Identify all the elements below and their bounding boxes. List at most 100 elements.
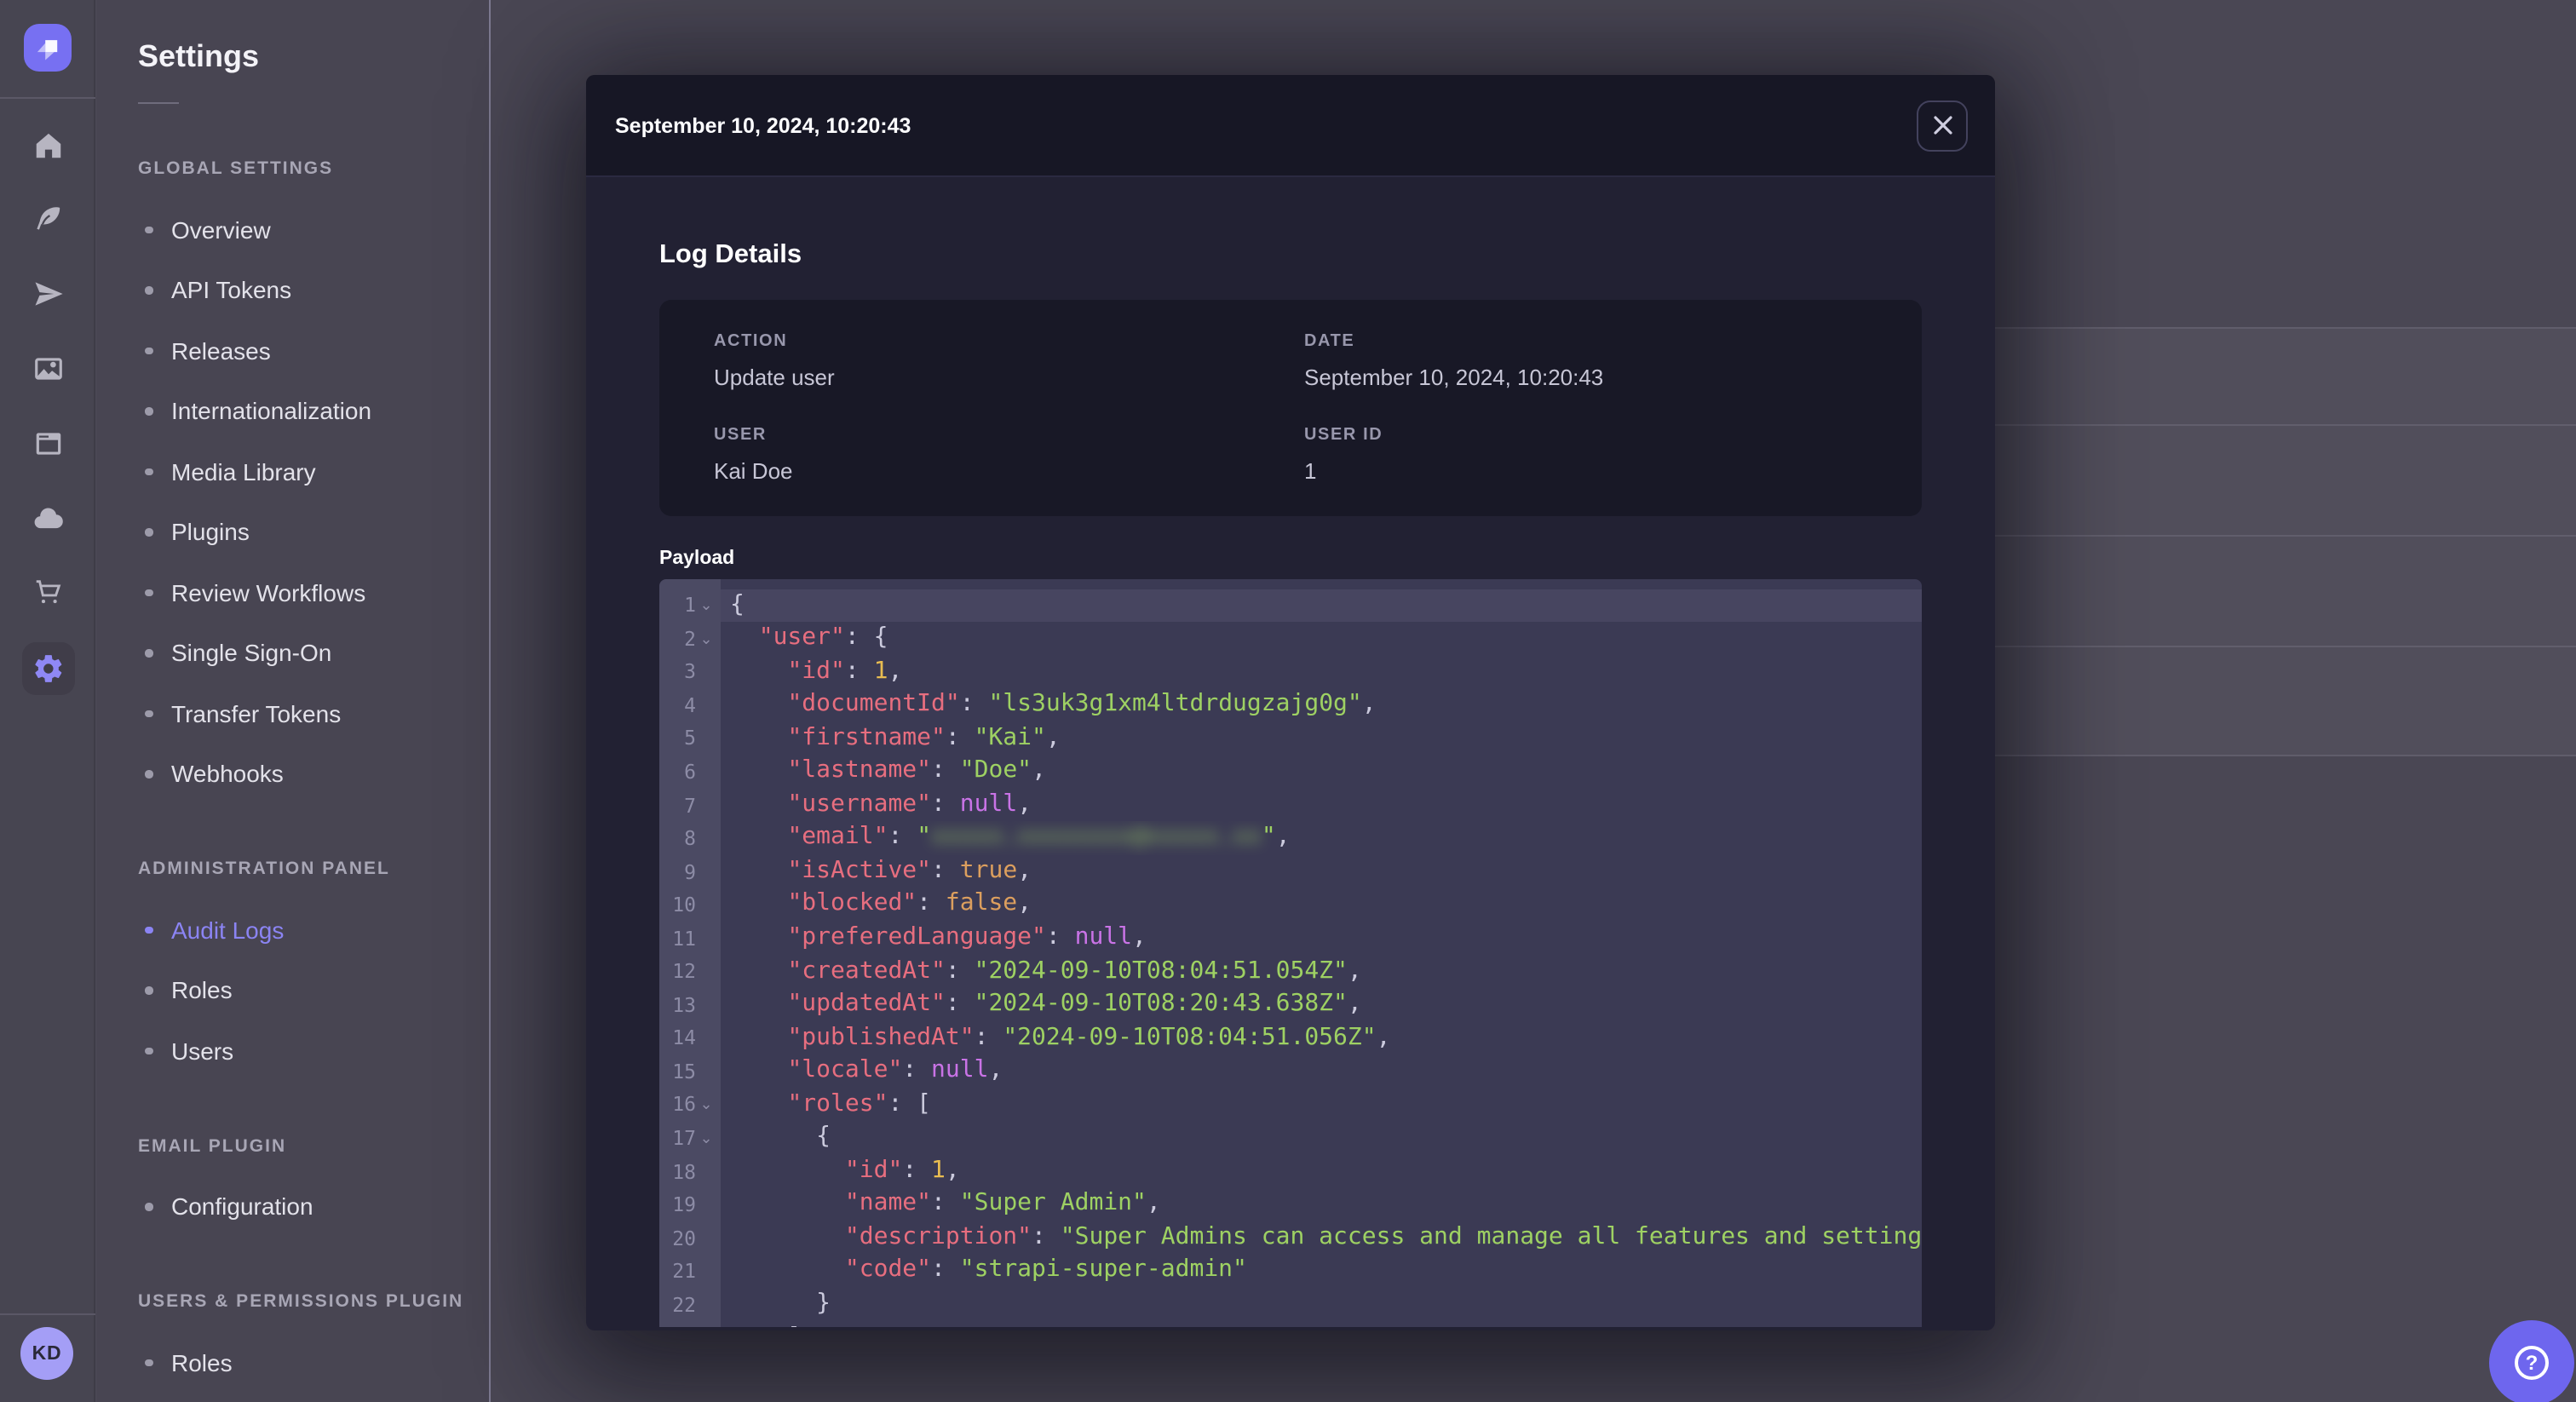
close-button[interactable] <box>1917 100 1968 151</box>
detail-value: September 10, 2024, 10:20:43 <box>1304 365 1604 390</box>
line-number: 4 <box>684 692 696 717</box>
bullet-icon <box>145 1203 152 1210</box>
code-line: "user": { <box>758 623 888 652</box>
sidebar-item-releases[interactable]: Releases <box>138 320 489 381</box>
bullet-icon <box>145 468 152 475</box>
sidebar-section-list: Audit Logs Roles Users <box>138 899 489 1081</box>
log-details-heading: Log Details <box>659 240 802 269</box>
code-line: "createdAt": "2024-09-10T08:04:51.054Z", <box>787 957 1362 985</box>
sidebar-item-overview[interactable]: Overview <box>138 199 489 260</box>
detail-user-id: USER ID 1 <box>1304 425 1867 484</box>
media-library-icon[interactable] <box>27 348 68 388</box>
sidebar-item-internationalization[interactable]: Internationalization <box>138 381 489 441</box>
releases-icon[interactable] <box>27 273 68 313</box>
line-number: 9 <box>684 859 696 884</box>
user-avatar[interactable]: KD <box>20 1327 73 1380</box>
bullet-icon <box>145 286 152 294</box>
help-button[interactable]: ? <box>2489 1320 2574 1402</box>
close-icon <box>1933 116 1952 135</box>
cloud-icon[interactable] <box>27 497 68 538</box>
code-line: "name": "Super Admin", <box>844 1189 1161 1217</box>
code-line: ] <box>720 1321 1922 1326</box>
sidebar-item-label: API Tokens <box>171 276 292 304</box>
sidebar-item-media-library[interactable]: Media Library <box>138 441 489 502</box>
code-content: { "user": { "id": 1, "documentId": "ls3u… <box>720 579 1922 1326</box>
gutter-line: 6 <box>659 755 720 788</box>
bullet-icon <box>145 226 152 233</box>
content-manager-icon[interactable] <box>27 198 68 238</box>
bullet-icon <box>145 1047 152 1054</box>
sidebar-item-transfer-tokens[interactable]: Transfer Tokens <box>138 683 489 744</box>
gutter-line[interactable]: 16 ⌄ <box>659 1088 720 1121</box>
gutter-line: 5 <box>659 721 720 755</box>
marketplace-icon[interactable] <box>27 571 68 612</box>
sidebar-item-review-workflows[interactable]: Review Workflows <box>138 562 489 623</box>
line-number: 16 <box>672 1092 696 1117</box>
sidebar-item-label: Roles <box>171 976 233 1004</box>
sidebar-item-api-tokens[interactable]: API Tokens <box>138 260 489 320</box>
line-number: 19 <box>672 1192 696 1217</box>
code-line: "description": "Super Admins can access … <box>844 1222 1922 1250</box>
code-line: { <box>730 1123 831 1151</box>
sidebar-item-providers[interactable]: Providers <box>138 1393 489 1402</box>
line-number: 7 <box>684 793 696 818</box>
sidebar-item-users[interactable]: Users <box>138 1020 489 1081</box>
title-divider <box>138 102 179 104</box>
sidebar-item-plugins[interactable]: Plugins <box>138 502 489 562</box>
settings-icon[interactable] <box>21 642 74 695</box>
fold-chevron-icon: ⌄ <box>699 1095 713 1113</box>
detail-label: USER ID <box>1304 425 1383 444</box>
bullet-icon <box>145 649 152 657</box>
bullet-icon <box>145 589 152 596</box>
modal-body: Log Details ACTION Update user DATE Sept… <box>586 240 1995 1326</box>
sidebar-section-list: Roles Providers <box>138 1332 489 1402</box>
sidebar-item-roles[interactable]: Roles <box>138 960 489 1020</box>
gutter-line: 7 <box>659 789 720 822</box>
sidebar-item-webhooks[interactable]: Webhooks <box>138 744 489 804</box>
sidebar-item-label: Webhooks <box>171 760 284 788</box>
bullet-icon <box>145 1359 152 1366</box>
code-line: } <box>730 1289 831 1317</box>
gutter-line: 22 <box>659 1288 720 1321</box>
code-line: "publishedAt": "2024-09-10T08:04:51.056Z… <box>787 1023 1391 1051</box>
payload-code-viewer[interactable]: 1⌄2⌄345678910111213141516⌄17⌄18192021222… <box>659 579 1922 1326</box>
home-icon[interactable] <box>27 124 68 165</box>
gutter-line: 19 <box>659 1188 720 1221</box>
sidebar-item-label: Transfer Tokens <box>171 699 342 727</box>
code-line: "email": "xxxxx.xxxxxxxx@xxxxx.xx", <box>787 823 1291 851</box>
gutter-line[interactable]: 2 ⌄ <box>659 622 720 655</box>
sidebar-item-configuration[interactable]: Configuration <box>138 1176 489 1237</box>
detail-action: ACTION Update user <box>714 332 1277 391</box>
code-gutter: 1⌄2⌄345678910111213141516⌄17⌄18192021222… <box>659 579 720 1326</box>
detail-value: Kai Doe <box>714 457 793 483</box>
gutter-line: 8 <box>659 822 720 855</box>
bullet-icon <box>145 926 152 934</box>
sidebar-item-label: Audit Logs <box>171 916 285 944</box>
gutter-line[interactable]: 17 ⌄ <box>659 1122 720 1155</box>
sidebar-section-list: Configuration <box>138 1176 489 1237</box>
code-line: "id": 1, <box>787 657 903 685</box>
detail-date: DATE September 10, 2024, 10:20:43 <box>1304 332 1867 391</box>
gutter-line: 9 <box>659 855 720 888</box>
sidebar-item-label: Configuration <box>171 1192 313 1221</box>
line-number: 18 <box>672 1159 696 1184</box>
sidebar-item-roles[interactable]: Roles <box>138 1332 489 1393</box>
code-line: "locale": null, <box>787 1056 1003 1084</box>
strapi-logo[interactable] <box>24 24 72 72</box>
line-number: 12 <box>672 959 696 984</box>
blurred-email-value: xxxxx.xxxxxxxx@xxxxx.xx <box>931 823 1262 851</box>
fold-chevron-icon: ⌄ <box>699 596 713 614</box>
line-number: 1 <box>684 593 696 618</box>
code-line: "lastname": "Doe", <box>787 756 1046 784</box>
sidebar-item-single-sign-on[interactable]: Single Sign-On <box>138 623 489 683</box>
gutter-line: 13 <box>659 988 720 1021</box>
code-line: "isActive": true, <box>787 856 1032 884</box>
line-number: 8 <box>684 826 696 851</box>
detail-label: USER <box>714 425 767 444</box>
sidebar-item-audit-logs[interactable]: Audit Logs <box>138 899 489 960</box>
content-type-builder-icon[interactable] <box>27 422 68 463</box>
gutter-line[interactable]: 1 ⌄ <box>659 589 720 622</box>
question-mark-icon: ? <box>2515 1346 2549 1380</box>
code-line: "documentId": "ls3uk3g1xm4ltdrdugzajg0g"… <box>787 690 1377 718</box>
sidebar-section-label: ADMINISTRATION PANEL <box>138 859 390 879</box>
